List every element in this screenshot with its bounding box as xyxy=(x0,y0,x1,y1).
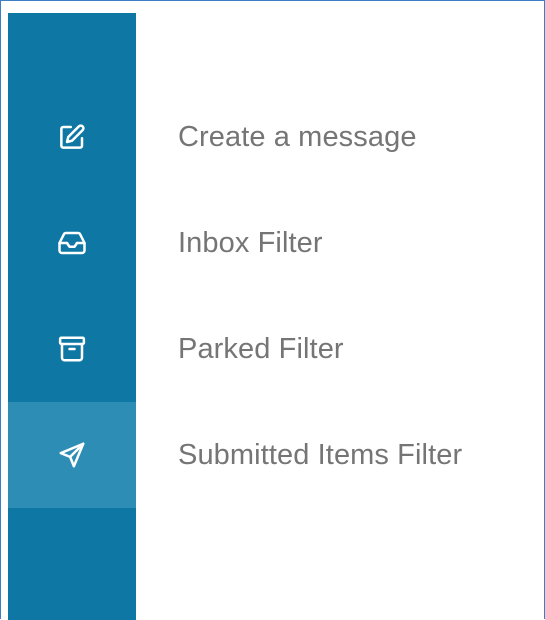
menu-item-create-message[interactable]: Create a message xyxy=(8,84,545,190)
menu-icon-cell xyxy=(8,84,136,190)
window-frame: Create a message Inbox Filter Parked Fil… xyxy=(0,0,545,620)
menu-item-label: Inbox Filter xyxy=(178,226,323,259)
menu-item-inbox-filter[interactable]: Inbox Filter xyxy=(8,190,545,296)
send-icon xyxy=(59,442,85,468)
menu-icon-cell xyxy=(8,296,136,402)
archive-box-icon xyxy=(58,336,86,362)
sidebar-menu: Create a message Inbox Filter Parked Fil… xyxy=(8,84,545,508)
inbox-icon xyxy=(58,231,86,255)
menu-item-label: Parked Filter xyxy=(178,332,344,365)
menu-icon-cell xyxy=(8,190,136,296)
menu-item-label: Create a message xyxy=(178,120,417,153)
menu-item-parked-filter[interactable]: Parked Filter xyxy=(8,296,545,402)
menu-icon-cell xyxy=(8,402,136,508)
menu-item-submitted-items-filter[interactable]: Submitted Items Filter xyxy=(8,402,545,508)
menu-item-label: Submitted Items Filter xyxy=(178,438,463,471)
compose-icon xyxy=(60,124,85,149)
